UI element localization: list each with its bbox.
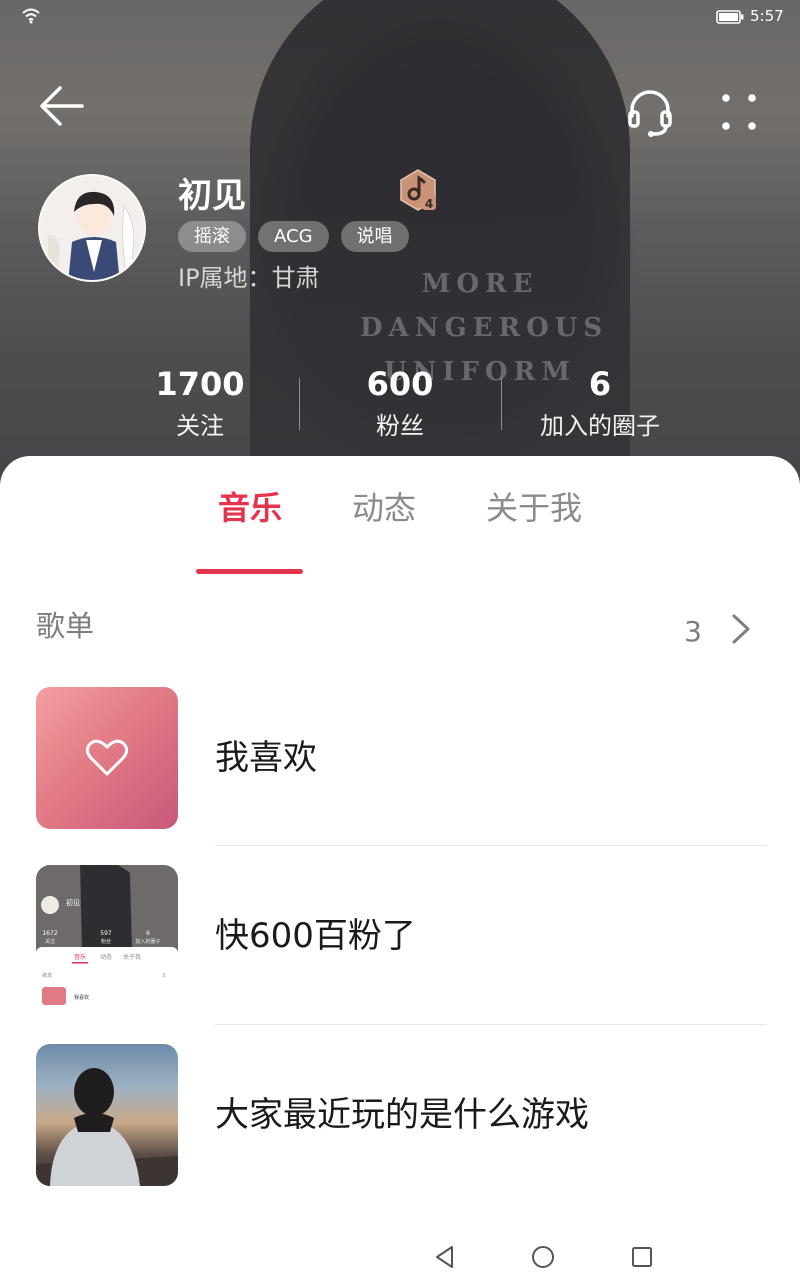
playlist-cover: 初见 1672 597 6 关注 粉丝 加入的圈子 音乐 动态 关于我 歌单 3… <box>36 865 178 1007</box>
tag-rap[interactable]: 说唱 <box>340 221 409 252</box>
music-level-badge-icon: 4 <box>400 169 436 211</box>
avatar-illustration <box>40 176 144 280</box>
thumb-stat-label: 粉丝 <box>101 938 111 945</box>
music-tags: 摇滚 ACG 说唱 <box>178 221 409 252</box>
chevron-right-icon <box>732 614 750 644</box>
playlist-item[interactable]: 大家最近玩的是什么游戏 <box>0 1044 800 1188</box>
playlist-section-header[interactable]: 歌单 3 <box>36 606 766 650</box>
stat-following-label: 关注 <box>176 412 224 440</box>
back-button[interactable] <box>36 80 88 132</box>
stat-following-value: 1700 <box>155 365 245 403</box>
tag-rock[interactable]: 摇滚 <box>178 221 246 252</box>
row-divider <box>215 1024 767 1025</box>
nav-back-icon[interactable] <box>432 1244 458 1270</box>
status-time: 5:57 <box>750 7 784 25</box>
ip-location-label: IP属地： <box>178 264 272 292</box>
thumb-name: 初见 <box>66 898 80 907</box>
stat-following[interactable]: 1700 关注 <box>100 364 300 444</box>
thumb-section: 歌单 <box>42 972 52 979</box>
system-navigation-bar <box>0 1230 800 1280</box>
thumb-item: 我喜欢 <box>74 994 89 1001</box>
nav-recent-apps-icon[interactable] <box>630 1245 654 1269</box>
level-number: 4 <box>425 197 433 211</box>
profile-screenshot-thumbnail: 初见 1672 597 6 关注 粉丝 加入的圈子 音乐 动态 关于我 歌单 3… <box>36 865 178 1007</box>
stat-circles-value: 6 <box>588 365 612 403</box>
status-bar: 5:57 <box>0 0 800 34</box>
level-badge[interactable]: 4 <box>398 168 438 212</box>
battery-icon <box>716 10 744 24</box>
tab-posts[interactable]: 动态 <box>352 486 416 530</box>
heart-icon <box>86 739 128 776</box>
nav-home-icon[interactable] <box>530 1244 556 1270</box>
tab-music[interactable]: 音乐 <box>218 486 282 530</box>
section-title: 歌单 <box>36 609 95 643</box>
wifi-icon <box>22 8 40 24</box>
tag-acg[interactable]: ACG <box>258 221 329 252</box>
playlist-item[interactable]: 初见 1672 597 6 关注 粉丝 加入的圈子 音乐 动态 关于我 歌单 3… <box>0 865 800 1009</box>
thumb-stat-value: 597 <box>100 930 112 937</box>
more-dots-icon <box>722 94 756 130</box>
active-tab-indicator <box>196 569 303 574</box>
stat-followers-value: 600 <box>366 365 434 403</box>
thumb-stat-label: 关注 <box>45 938 55 945</box>
profile-content-sheet: 音乐 动态 关于我 歌单 3 我喜欢 初见 1672 597 6 关注 粉丝 加… <box>0 456 800 1280</box>
tab-about-me[interactable]: 关于我 <box>486 486 582 530</box>
more-options-button[interactable] <box>714 88 766 140</box>
profile-tabs: 音乐 动态 关于我 <box>0 486 800 574</box>
playlist-count: 3 <box>684 615 702 648</box>
profile-stats: 1700 关注 600 粉丝 6 加入的圈子 <box>100 364 700 444</box>
customer-service-button[interactable] <box>624 88 676 140</box>
stat-circles[interactable]: 6 加入的圈子 <box>500 364 700 444</box>
headset-icon <box>628 90 672 137</box>
playlist-cover <box>36 687 178 829</box>
thumb-stat-value: 1672 <box>42 930 57 937</box>
avatar[interactable] <box>38 174 146 282</box>
playlist-item[interactable]: 我喜欢 <box>0 687 800 831</box>
playlist-name: 快600百粉了 <box>215 916 416 956</box>
ip-location: IP属地：甘肃 <box>178 258 320 293</box>
stat-followers-label: 粉丝 <box>376 412 424 440</box>
arrow-left-icon <box>40 86 84 126</box>
playlist-name: 大家最近玩的是什么游戏 <box>215 1095 589 1135</box>
thumb-tab: 关于我 <box>123 953 141 961</box>
playlist-cover <box>36 1044 178 1186</box>
thumb-stat-label: 加入的圈子 <box>135 938 160 945</box>
thumb-tab: 音乐 <box>74 953 86 961</box>
stat-circles-label: 加入的圈子 <box>540 412 660 440</box>
playlist-name: 我喜欢 <box>215 738 317 778</box>
stat-followers[interactable]: 600 粉丝 <box>300 364 500 444</box>
username: 初见 <box>178 176 246 216</box>
thumb-count: 3 <box>162 973 165 979</box>
sunset-photo-thumbnail <box>36 1068 178 1186</box>
thumb-stat-value: 6 <box>146 930 150 937</box>
thumb-tab: 动态 <box>100 953 112 961</box>
row-divider <box>215 845 767 846</box>
ip-location-value: 甘肃 <box>271 264 320 292</box>
